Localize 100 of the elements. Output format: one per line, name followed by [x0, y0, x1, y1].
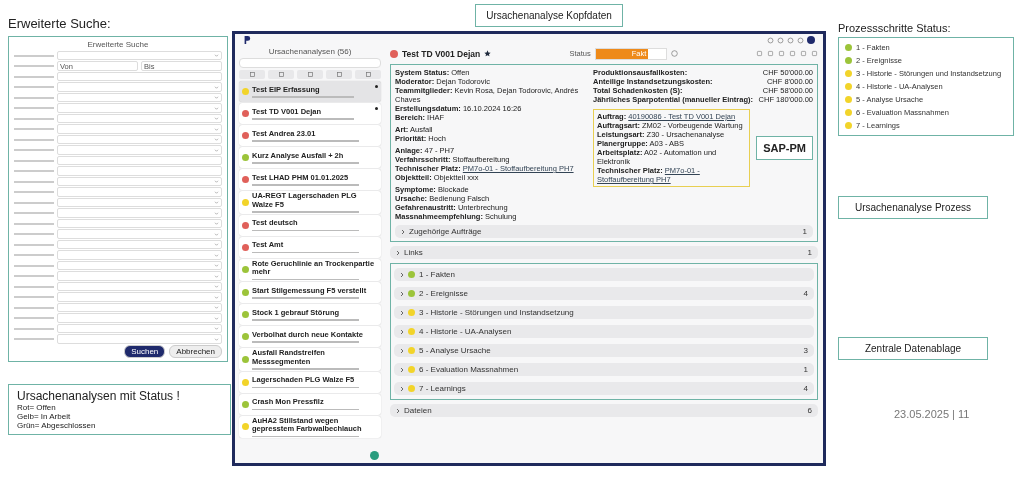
slide-heading: Prozessschritte Status: — [838, 22, 952, 34]
callout-text: Gelb= In Arbeit — [17, 412, 72, 421]
dropdown-field[interactable] — [57, 208, 222, 218]
chevron-icon — [214, 190, 219, 194]
dropdown-field[interactable] — [57, 82, 222, 92]
record-title: Test TD V001 Dejan — [402, 48, 481, 59]
dropdown-field[interactable] — [57, 197, 222, 208]
dropdown-field[interactable] — [57, 50, 222, 61]
star-icon[interactable] — [484, 50, 492, 57]
dropdown-field[interactable] — [57, 145, 222, 155]
chevron-icon — [214, 306, 219, 309]
dropdown-field[interactable] — [57, 292, 222, 302]
section-header[interactable]: 5 - Analyse Ursache 3 — [394, 344, 814, 357]
dropdown-field[interactable] — [57, 260, 222, 271]
dropdown-field[interactable] — [57, 313, 222, 323]
dropdown-field[interactable] — [57, 239, 222, 250]
input-field[interactable] — [57, 155, 222, 166]
avatar-circle[interactable] — [807, 36, 815, 44]
list-title: Ursachenanalysen (56) — [267, 47, 353, 56]
dropdown-field[interactable] — [57, 302, 222, 313]
chevron-icon — [214, 327, 219, 330]
callout-box: Ursachenanalyse Prozess — [838, 196, 988, 219]
dropdown-field[interactable] — [57, 187, 222, 197]
section-header[interactable]: Dateien 6 — [390, 404, 818, 417]
logo-icon — [243, 35, 251, 45]
section-header[interactable]: 4 - Historie - UA-Analysen — [394, 325, 814, 338]
dropdown-field[interactable] — [57, 271, 222, 281]
section-header[interactable]: Zugehörige Aufträge 1 — [395, 225, 813, 238]
field-label-drawing — [14, 96, 54, 99]
dropdown-field[interactable] — [57, 124, 222, 134]
dropdown-field[interactable] — [57, 281, 222, 292]
add-button[interactable] — [370, 451, 379, 460]
dropdown-field[interactable] — [57, 92, 222, 103]
dropdown-field[interactable] — [57, 176, 222, 187]
callout-box: SAP-PM — [756, 136, 813, 160]
callout-box: Zentrale Datenablage — [838, 337, 988, 360]
chevron-icon — [400, 385, 404, 392]
field-label-drawing — [14, 327, 54, 330]
dialog-button[interactable]: Suchen — [124, 345, 166, 358]
field-label-drawing — [14, 285, 54, 288]
field-label-drawing — [14, 180, 54, 183]
section-header[interactable]: 3 - Historie - Störungen und Instandsetzung — [394, 306, 814, 319]
chevron-icon — [400, 347, 404, 354]
field-label-drawing — [14, 159, 54, 162]
chevron-icon — [214, 232, 219, 236]
dropdown-field[interactable] — [57, 103, 222, 113]
pin-dot — [375, 107, 378, 110]
chevron-icon — [396, 407, 400, 414]
chevron-icon — [214, 337, 219, 341]
chevron-icon — [214, 264, 219, 267]
dropdown-field[interactable] — [57, 250, 222, 260]
chevron-icon — [400, 290, 404, 297]
chevron-icon — [214, 180, 219, 183]
chevron-icon — [214, 127, 219, 131]
chevron-icon — [214, 222, 219, 225]
section-header[interactable]: 6 - Evaluation Massnahmen 1 — [394, 363, 814, 376]
input-field[interactable] — [57, 71, 222, 82]
chevron-icon — [400, 366, 404, 373]
section-header[interactable]: 7 - Learnings 4 — [394, 382, 814, 395]
chevron-icon — [214, 148, 219, 152]
dropdown-field[interactable] — [57, 218, 222, 229]
dropdown-field[interactable] — [57, 113, 222, 124]
section-header[interactable]: 2 - Ereignisse 4 — [394, 287, 814, 300]
chevron-icon — [214, 316, 219, 320]
search-field[interactable] — [239, 58, 381, 68]
field-label-drawing — [14, 54, 54, 57]
filter-button[interactable] — [239, 70, 265, 79]
filter-button[interactable] — [297, 70, 323, 79]
field-label-drawing — [14, 138, 54, 141]
filter-button[interactable] — [268, 70, 294, 79]
field-label-drawing — [14, 117, 54, 120]
chevron-icon — [400, 271, 404, 278]
chevron-icon — [401, 228, 405, 235]
section-header[interactable]: Links 1 — [390, 246, 818, 259]
field-label-drawing — [14, 201, 54, 204]
dropdown-field[interactable] — [57, 323, 222, 334]
dropdown-field[interactable] — [57, 229, 222, 239]
filter-button[interactable] — [355, 70, 381, 79]
field-label-drawing — [14, 306, 54, 309]
chevron-icon — [214, 117, 219, 120]
chevron-icon — [400, 328, 404, 335]
dialog-button[interactable]: Abbrechen — [169, 345, 222, 358]
chevron-icon — [396, 249, 400, 256]
dropdown-field[interactable] — [57, 334, 222, 344]
chevron-icon — [214, 201, 219, 204]
chevron-icon — [214, 295, 219, 299]
pin-dot — [375, 85, 378, 88]
filter-button[interactable] — [326, 70, 352, 79]
callout-box: Ursachenanalyse Kopfdaten — [475, 4, 623, 27]
input-field[interactable] — [57, 166, 222, 176]
chevron-icon — [214, 285, 219, 288]
dropdown-field[interactable] — [57, 134, 222, 145]
chevron-icon — [214, 106, 219, 110]
dialog-title: Erweiterte Suche — [86, 40, 150, 49]
section-header[interactable]: 1 - Fakten — [394, 268, 814, 281]
field-label-drawing — [14, 264, 54, 267]
chevron-icon — [214, 85, 219, 89]
slide-heading: Erweiterte Suche: — [8, 16, 112, 31]
info-icon[interactable] — [670, 50, 678, 57]
chevron-icon — [214, 96, 219, 99]
